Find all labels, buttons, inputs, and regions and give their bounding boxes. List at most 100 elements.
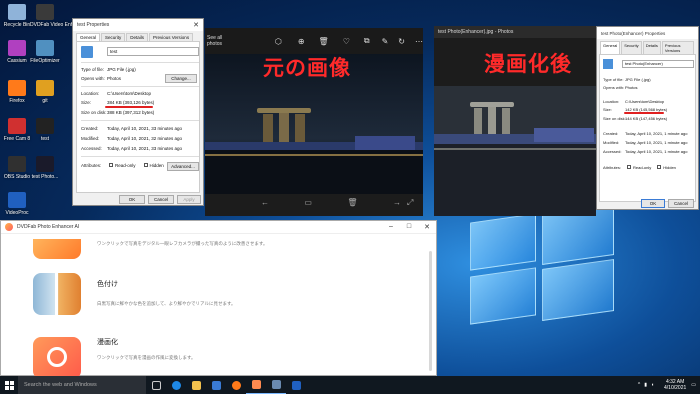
close-icon[interactable]: ✕ [189,21,203,29]
clock[interactable]: 4:32 AM 4/10/2021 [664,379,686,391]
file-explorer-icon[interactable] [186,376,206,394]
start-button[interactable] [0,376,18,394]
app-scrollbar[interactable] [429,251,432,371]
desktop-icon-label: DVDFab Video Enh... [30,22,78,28]
filename-field[interactable]: test Photo(Enhancer) [622,60,694,68]
enhancer-app-taskbar-icon[interactable] [246,376,266,394]
attributes-row: Attributes: Read-only Hidden [81,163,164,168]
delete-icon[interactable]: 🗑 [319,37,329,46]
tab-security[interactable]: Security [621,41,642,54]
store-icon[interactable] [206,376,226,394]
desktop-icon[interactable]: FileOptimizer [30,40,60,64]
properties-tabs: General Security Details Previous Versio… [597,39,698,54]
tab-details[interactable]: Details [642,41,661,54]
properties-titlebar: test Properties ✕ [73,19,203,31]
ok-button[interactable]: OK [641,199,665,208]
network-icon[interactable]: ▮ [644,382,647,388]
desktop-app-icon [36,80,54,96]
readonly-checkbox[interactable] [627,165,631,169]
desktop-icon-label: Firefox [9,98,25,104]
desktop-icon[interactable]: DVDFab Video Enh... [30,4,78,28]
zoom-icon[interactable]: ⊕ [298,37,305,46]
desktop-icon[interactable]: Free Cam 8 [2,118,32,142]
videoproc-taskbar-icon[interactable] [286,376,306,394]
desktop-icon-label: test Photo... [31,174,59,180]
volume-icon[interactable]: ◖ [651,382,654,388]
previous-icon[interactable]: ← [261,198,269,207]
desktop-icon[interactable]: VideoProc [2,192,32,216]
desktop-icon[interactable]: Firefox [2,80,32,104]
opens-with-row: Opens with: Photos [81,76,122,81]
photo-viewer-original: See all photos ⬡ ⊕ 🗑 ♡ ⧉ ✎ ↻ ⋯ 元の画像 ← ▭ … [205,28,423,216]
image-file-icon [81,46,93,58]
maximize-icon[interactable]: □ [400,223,418,231]
rotate-icon[interactable]: ↻ [398,37,405,46]
hidden-checkbox[interactable] [657,165,662,169]
filename-field[interactable]: test [107,47,199,56]
size-highlight [105,106,153,108]
advanced-button[interactable]: Advanced... [167,162,199,171]
location-row: Location: C:\Users\tom\Desktop [81,91,152,96]
desktop-icon[interactable]: test Photo... [30,156,60,180]
tab-previous-versions[interactable]: Previous Versions [149,33,194,41]
apply-button[interactable]: Apply [177,195,201,204]
desktop-icon[interactable]: test [30,118,60,142]
edge-icon[interactable] [166,376,186,394]
viewer-bottom-controls: ← ▭ 🗑 → [261,198,401,207]
desktop-icon[interactable]: OBS Studio [2,156,32,180]
fullscreen-icon[interactable]: ⤢ [407,198,413,208]
desktop-icon-label: Recycle Bin [3,22,31,28]
ok-button[interactable]: OK [119,195,145,204]
more-icon[interactable]: ⋯ [415,37,423,46]
desktop-icon[interactable]: git [30,80,60,104]
tab-security[interactable]: Security [101,33,126,41]
properties-titlebar: test Photo(Enhancer) Properties [597,27,698,39]
favorite-icon[interactable]: ♡ [343,37,350,46]
cancel-button[interactable]: Cancel [668,199,694,208]
colorize-feature-icon [33,273,81,315]
properties-body: test Photo(Enhancer) Type of file: JPG Fi… [599,54,696,202]
change-button[interactable]: Change... [165,74,197,83]
share-icon[interactable]: ⬡ [275,37,282,46]
attributes-row: Attributes: Read-only Hidden [603,165,676,170]
desktop-icon[interactable]: Recycle Bin [2,4,32,28]
trash-icon[interactable]: 🗑 [347,198,357,207]
modified-row: Modified: Today, April 10, 2021, 1 minute… [603,140,688,145]
app-logo-icon [5,223,13,231]
next-icon[interactable]: → [393,198,401,207]
desktop-icon[interactable]: Cassium [2,40,32,64]
windows-icon [4,380,14,390]
original-image-label: 元の画像 [263,56,351,80]
desktop-icon-label: git [42,98,48,104]
tab-general[interactable]: General [76,33,101,41]
see-all-photos-link[interactable]: See all photos [205,35,229,47]
feature-description: ワンクリックで写真をデジタル一眼レフカメラが撮った写真のように改善させます。 [97,242,268,247]
cancel-button[interactable]: Cancel [148,195,174,204]
slideshow-icon[interactable]: ▭ [304,198,312,207]
firefox-icon[interactable] [226,376,246,394]
taskbar: Search the web and Windows ^ ▮ ◖ 4:32 AM… [0,376,700,394]
task-view-icon[interactable] [146,376,166,394]
chevron-up-icon[interactable]: ^ [638,382,640,388]
photos-taskbar-icon[interactable] [266,376,286,394]
minimize-icon[interactable]: – [382,223,400,231]
desktop-icon-label: FileOptimizer [30,58,60,64]
tab-previous-versions[interactable]: Previous Versions [661,41,694,54]
desktop-icon-label: test [40,136,50,142]
photo-viewer-enhanced: test Photo(Enhancer).jpg - Photos 漫画化後 [434,26,596,216]
crop-icon[interactable]: ⧉ [364,36,370,46]
hidden-checkbox[interactable] [143,163,148,167]
accessed-row: Accessed: Today, April 10, 2021, 33 minut… [81,146,182,151]
notifications-icon[interactable]: ▭ [691,382,696,388]
close-icon[interactable]: ✕ [418,223,436,231]
accessed-row: Accessed: Today, April 10, 2021, 1 minute… [603,149,688,154]
edit-icon[interactable]: ✎ [382,37,389,46]
tab-details[interactable]: Details [126,33,149,41]
modified-row: Modified: Today, April 10, 2021, 32 minut… [81,136,182,141]
desktop-app-icon [8,40,26,56]
viewer-title: test Photo(Enhancer).jpg - Photos [438,29,514,35]
taskbar-search-input[interactable]: Search the web and Windows [18,376,146,394]
readonly-checkbox[interactable] [109,163,113,167]
properties-body: test Type of file: JPG File (.jpg) Opens … [76,41,200,193]
tab-general[interactable]: General [600,41,621,54]
